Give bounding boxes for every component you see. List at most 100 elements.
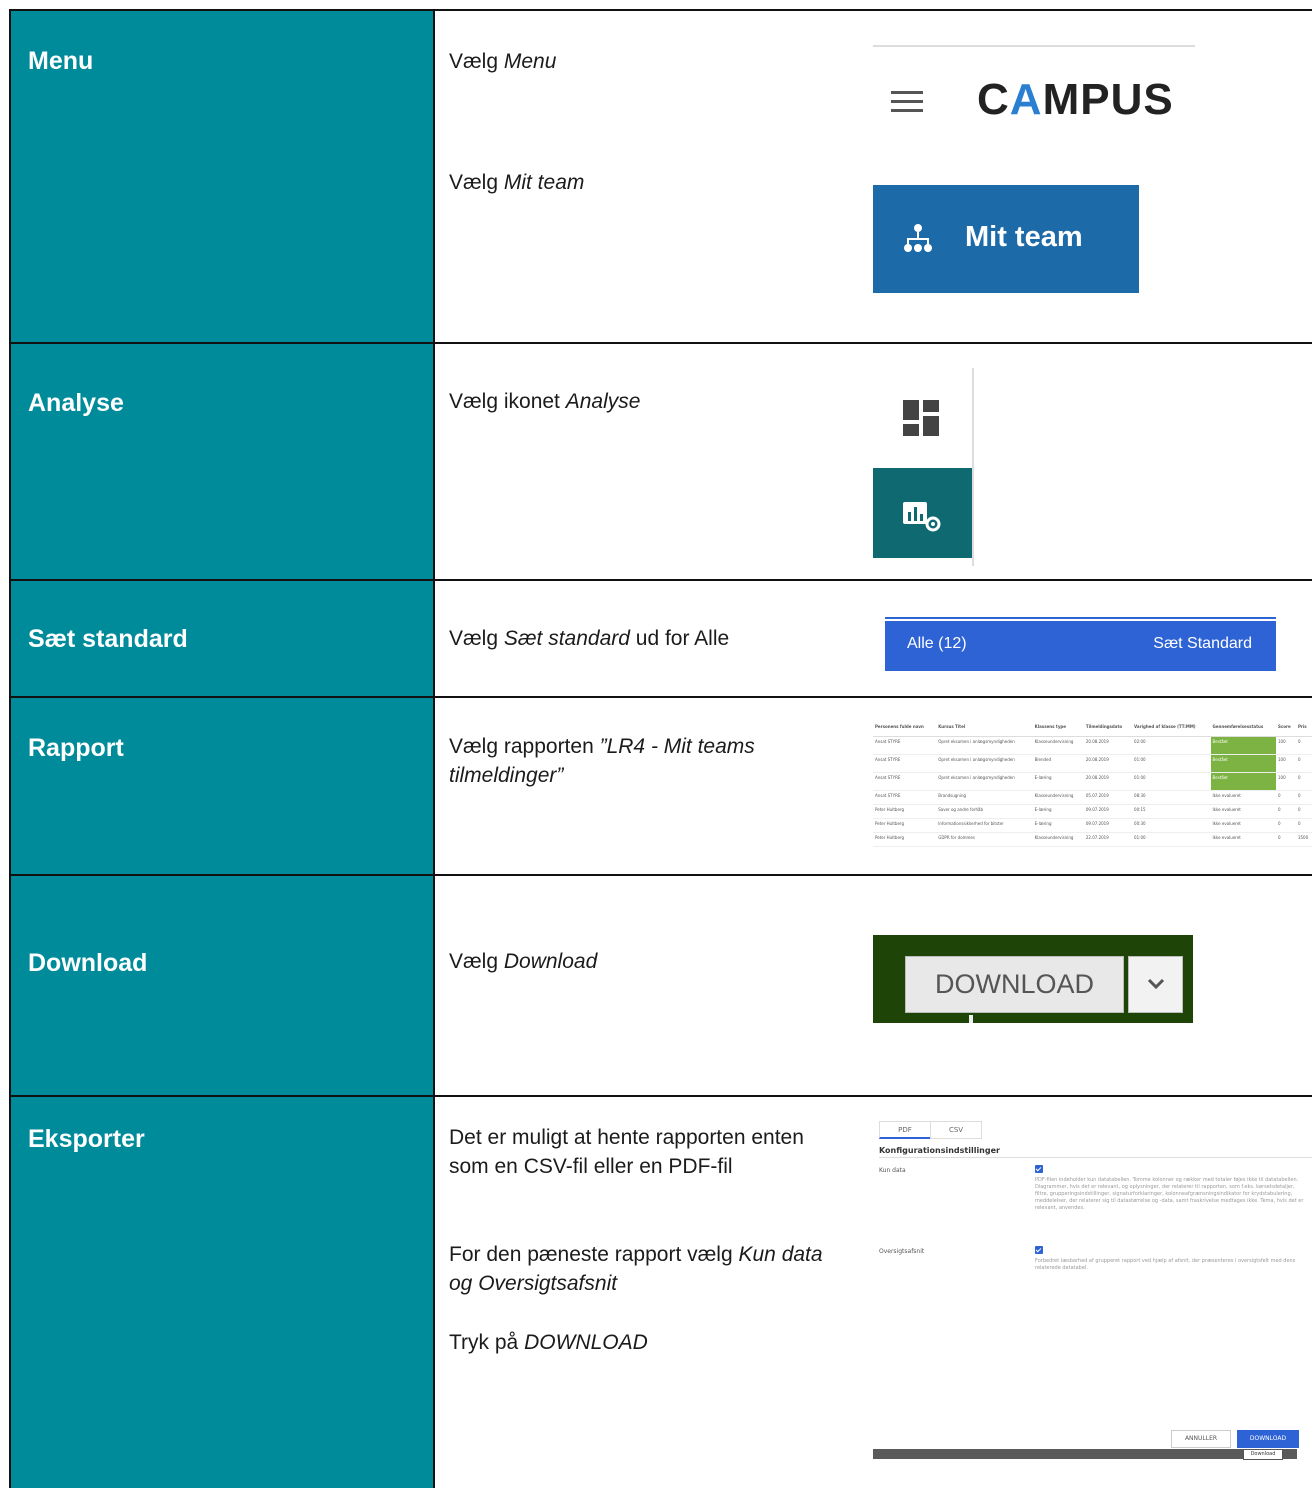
option-description: PDF-filen indeholder kun datatabellen. T… bbox=[1035, 1177, 1304, 1211]
table-row: Peter Hultberg Informationssikkerhed for … bbox=[873, 818, 1312, 833]
table-header: Personens fulde navn bbox=[873, 718, 937, 737]
table-cell: Bestået bbox=[1210, 772, 1276, 791]
step-text: Vælg ikonet Analyse bbox=[449, 390, 641, 413]
table-row: Ansat STYRE Opret eksamen i anlægsmyndigh… bbox=[873, 754, 1312, 773]
table-cell: 3500 bbox=[1295, 832, 1312, 847]
table-header: Score bbox=[1275, 718, 1296, 737]
row-saet-standard: Sæt standard Vælg Sæt standard ud for Al… bbox=[11, 581, 1312, 698]
download-options-button[interactable] bbox=[1128, 956, 1183, 1013]
table-cell: Ikke evalueret bbox=[1210, 818, 1276, 833]
row-label-cell: Eksporter bbox=[11, 1097, 435, 1488]
table-cell: Ikke evalueret bbox=[1210, 790, 1276, 805]
table-cell: GDPR for dommes bbox=[936, 832, 1033, 847]
table-cell: 20.08.2019 bbox=[1083, 736, 1133, 755]
kun-data-checkbox[interactable] bbox=[1035, 1165, 1043, 1173]
table-cell: Klasseundervisning bbox=[1032, 736, 1084, 755]
table-cell: 05.07.2019 bbox=[1083, 790, 1133, 805]
step-text: Vælg Mit team bbox=[449, 171, 585, 194]
download-screenshot: DOWNLOAD bbox=[873, 935, 1193, 1023]
table-cell: Ansat STYRE bbox=[873, 736, 937, 755]
download-button[interactable]: DOWNLOAD bbox=[1237, 1430, 1299, 1448]
table-cell: Bestået bbox=[1210, 736, 1276, 755]
row-label: Analyse bbox=[28, 389, 124, 417]
row-analyse: Analyse Vælg ikonet Analyse bbox=[11, 344, 1312, 581]
hamburger-icon[interactable] bbox=[891, 91, 923, 113]
table-cell: 00:30 bbox=[1132, 818, 1211, 833]
step-text: Det er muligt at hente rapporten enten s… bbox=[449, 1126, 804, 1178]
step-text: Vælg rapporten ”LR4 - Mit teams tilmeldi… bbox=[449, 735, 755, 787]
row-label: Sæt standard bbox=[28, 625, 188, 653]
table-cell: 100 bbox=[1275, 736, 1296, 755]
config-section-title: Konfigurationsindstillinger bbox=[879, 1146, 1000, 1155]
download-button[interactable]: DOWNLOAD bbox=[905, 956, 1124, 1013]
chevron-down-icon bbox=[1147, 978, 1165, 990]
dashboard-icon[interactable] bbox=[903, 400, 939, 436]
analyse-button[interactable] bbox=[873, 468, 972, 558]
org-chart-icon bbox=[904, 224, 932, 252]
row-download: Download Vælg Download DOWNLOAD bbox=[11, 876, 1312, 1097]
set-standard-button[interactable]: Sæt Standard bbox=[1153, 635, 1252, 653]
standard-bar-screenshot: Alle (12) Sæt Standard bbox=[885, 617, 1276, 671]
table-header: Varighed af klasse (TT:MM) bbox=[1132, 718, 1211, 737]
step-text: For den pæneste rapport vælg Kun data og… bbox=[449, 1243, 823, 1295]
table-cell: Ansat STYRE bbox=[873, 790, 937, 805]
table-cell: 0 bbox=[1295, 772, 1312, 791]
table-cell: Bestået bbox=[1210, 754, 1276, 773]
table-cell: 0 bbox=[1295, 790, 1312, 805]
table-cell: 0 bbox=[1275, 818, 1296, 833]
table-cell: 22.07.2019 bbox=[1083, 832, 1133, 847]
table-cell: E-læring bbox=[1032, 804, 1084, 819]
report-table: Personens fulde navn Kursus Titel Klassens… bbox=[873, 718, 1312, 847]
row-label: Menu bbox=[28, 47, 94, 75]
mit-team-button[interactable]: Mit team bbox=[873, 185, 1139, 293]
tab-pdf[interactable]: PDF bbox=[879, 1121, 931, 1139]
campus-menu-screenshot: CAMPUS Mit team bbox=[873, 45, 1197, 307]
table-cell: Informationssikkerhed for bitster bbox=[936, 818, 1033, 833]
option-label: Kun data bbox=[879, 1167, 906, 1174]
row-label-cell: Menu bbox=[11, 11, 435, 342]
table-cell: 00:15 bbox=[1132, 804, 1211, 819]
option-label: Oversigtsafsnit bbox=[879, 1248, 925, 1255]
step-text: Tryk på DOWNLOAD bbox=[449, 1331, 648, 1354]
table-cell: E-læring bbox=[1032, 772, 1084, 791]
oversigtsafsnit-checkbox[interactable] bbox=[1035, 1246, 1043, 1254]
table-cell: 0 bbox=[1295, 754, 1312, 773]
table-row: Ansat STYRE Opret eksamen i anlægsmyndigh… bbox=[873, 736, 1312, 755]
table-cell: Opret eksamen i anlægsmyndigheden bbox=[936, 754, 1033, 773]
table-cell: Opret eksamen i anlægsmyndigheden bbox=[936, 772, 1033, 791]
table-cell: 02:00 bbox=[1132, 736, 1211, 755]
cancel-button[interactable]: ANNULLER bbox=[1171, 1430, 1231, 1448]
instruction-table: Menu Vælg Menu Vælg Mit team CAMPUS Mit … bbox=[9, 9, 1312, 1488]
table-cell: 0 bbox=[1295, 736, 1312, 755]
cursor-icon bbox=[969, 1015, 973, 1023]
mit-team-label: Mit team bbox=[965, 221, 1083, 253]
analytics-icon bbox=[903, 502, 941, 532]
table-cell: 0 bbox=[1275, 832, 1296, 847]
analyse-screenshot bbox=[873, 368, 983, 566]
row-label-cell: Sæt standard bbox=[11, 581, 435, 696]
report-table-screenshot: Personens fulde navn Kursus Titel Klassens… bbox=[873, 718, 1312, 858]
table-cell: 08:30 bbox=[1132, 790, 1211, 805]
row-label: Rapport bbox=[28, 734, 124, 762]
alle-count-label: Alle (12) bbox=[907, 635, 967, 652]
tab-csv[interactable]: CSV bbox=[930, 1121, 982, 1139]
table-cell: Opret eksamen i anlægsmyndigheden bbox=[936, 736, 1033, 755]
table-cell: Peter Hultberg bbox=[873, 832, 937, 847]
table-row: Peter Hultberg GDPR for dommes Klasseunder… bbox=[873, 832, 1312, 847]
table-cell: Ansat STYRE bbox=[873, 754, 937, 773]
table-cell: 100 bbox=[1275, 754, 1296, 773]
table-cell: Ikke evalueret bbox=[1210, 832, 1276, 847]
row-menu: Menu Vælg Menu Vælg Mit team CAMPUS Mit … bbox=[11, 11, 1312, 344]
row-label: Download bbox=[28, 949, 148, 977]
table-header: Tilmeldingsdato bbox=[1083, 718, 1133, 737]
table-header: Klassens type bbox=[1032, 718, 1084, 737]
row-label-cell: Rapport bbox=[11, 698, 435, 874]
table-cell: 01:00 bbox=[1132, 832, 1211, 847]
table-cell: 01:00 bbox=[1132, 772, 1211, 791]
table-cell: 0 bbox=[1275, 804, 1296, 819]
table-cell: Brandsugning bbox=[936, 790, 1033, 805]
table-cell: Ansat STYRE bbox=[873, 772, 937, 791]
row-rapport: Rapport Vælg rapporten ”LR4 - Mit teams … bbox=[11, 698, 1312, 876]
export-dialog-screenshot: PDF CSV Konfigurationsindstillinger Kun … bbox=[873, 1113, 1312, 1481]
table-cell: 09.07.2019 bbox=[1083, 804, 1133, 819]
